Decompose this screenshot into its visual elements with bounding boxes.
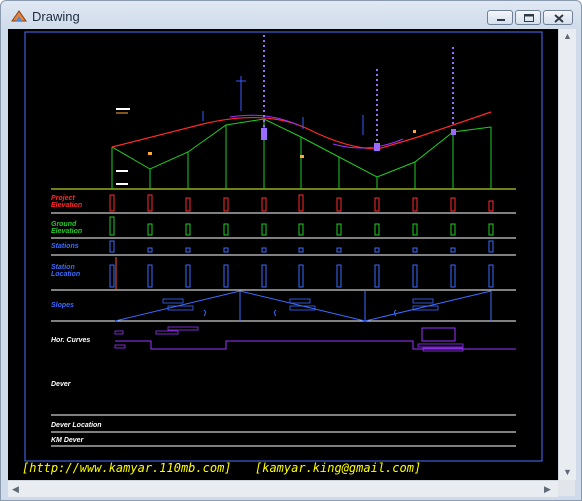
- label-project-elevation: Project Elevation: [51, 195, 83, 209]
- minimize-icon: [497, 19, 505, 21]
- scroll-up-icon[interactable]: ▲: [563, 31, 572, 41]
- drawing-frame: [24, 31, 543, 462]
- close-icon: [554, 14, 564, 23]
- maximize-button[interactable]: [515, 10, 541, 25]
- drawing-canvas[interactable]: Project Elevation Ground Elevation Station…: [8, 29, 558, 480]
- scroll-down-icon[interactable]: ▼: [563, 467, 572, 477]
- station-values: [109, 240, 494, 253]
- footer-url: [http://www.kamyar.110mb.com]: [22, 461, 232, 475]
- blue-markers: [202, 76, 364, 135]
- horizontal-scrollbar[interactable]: ◀ ▶: [8, 480, 558, 497]
- title-bar[interactable]: Drawing: [1, 1, 581, 29]
- label-station-location: Station Location: [51, 264, 81, 278]
- window-title: Drawing: [32, 9, 80, 24]
- label-slopes: Slopes: [51, 302, 74, 309]
- drawing-app-icon: [11, 10, 27, 22]
- footer-email: [kamyar.king@gmail.com]: [255, 461, 422, 475]
- label-ground-elevation: Ground Elevation: [51, 221, 83, 235]
- vertical-scrollbar[interactable]: ▲ ▼: [558, 29, 576, 480]
- project-elevation-values: [109, 194, 494, 212]
- elevation-marks: [116, 108, 130, 185]
- profile-drawing: [24, 31, 543, 462]
- band-separators: [51, 212, 516, 447]
- maximize-icon: [524, 14, 534, 22]
- station-location-values: [109, 264, 494, 288]
- minimize-button[interactable]: [487, 10, 513, 25]
- ground-elevation-values: [109, 216, 494, 236]
- label-dever: Dever: [51, 381, 71, 388]
- hor-curve-values: [114, 326, 464, 352]
- scroll-left-icon[interactable]: ◀: [12, 484, 19, 494]
- size-grip[interactable]: [558, 480, 575, 496]
- label-hor-curves: Hor. Curves: [51, 337, 91, 344]
- label-stations: Stations: [51, 243, 79, 250]
- close-button[interactable]: [543, 10, 573, 25]
- ground-verticals: [111, 119, 492, 189]
- curve-markers: [263, 35, 454, 147]
- scroll-right-icon[interactable]: ▶: [544, 484, 551, 494]
- drawing-window: Drawing Project Elevation Ground Elevati…: [0, 0, 582, 501]
- label-dever-location: Dever Location: [51, 422, 102, 429]
- label-km-dever: KM Dever: [51, 437, 84, 444]
- slope-values: [162, 298, 439, 311]
